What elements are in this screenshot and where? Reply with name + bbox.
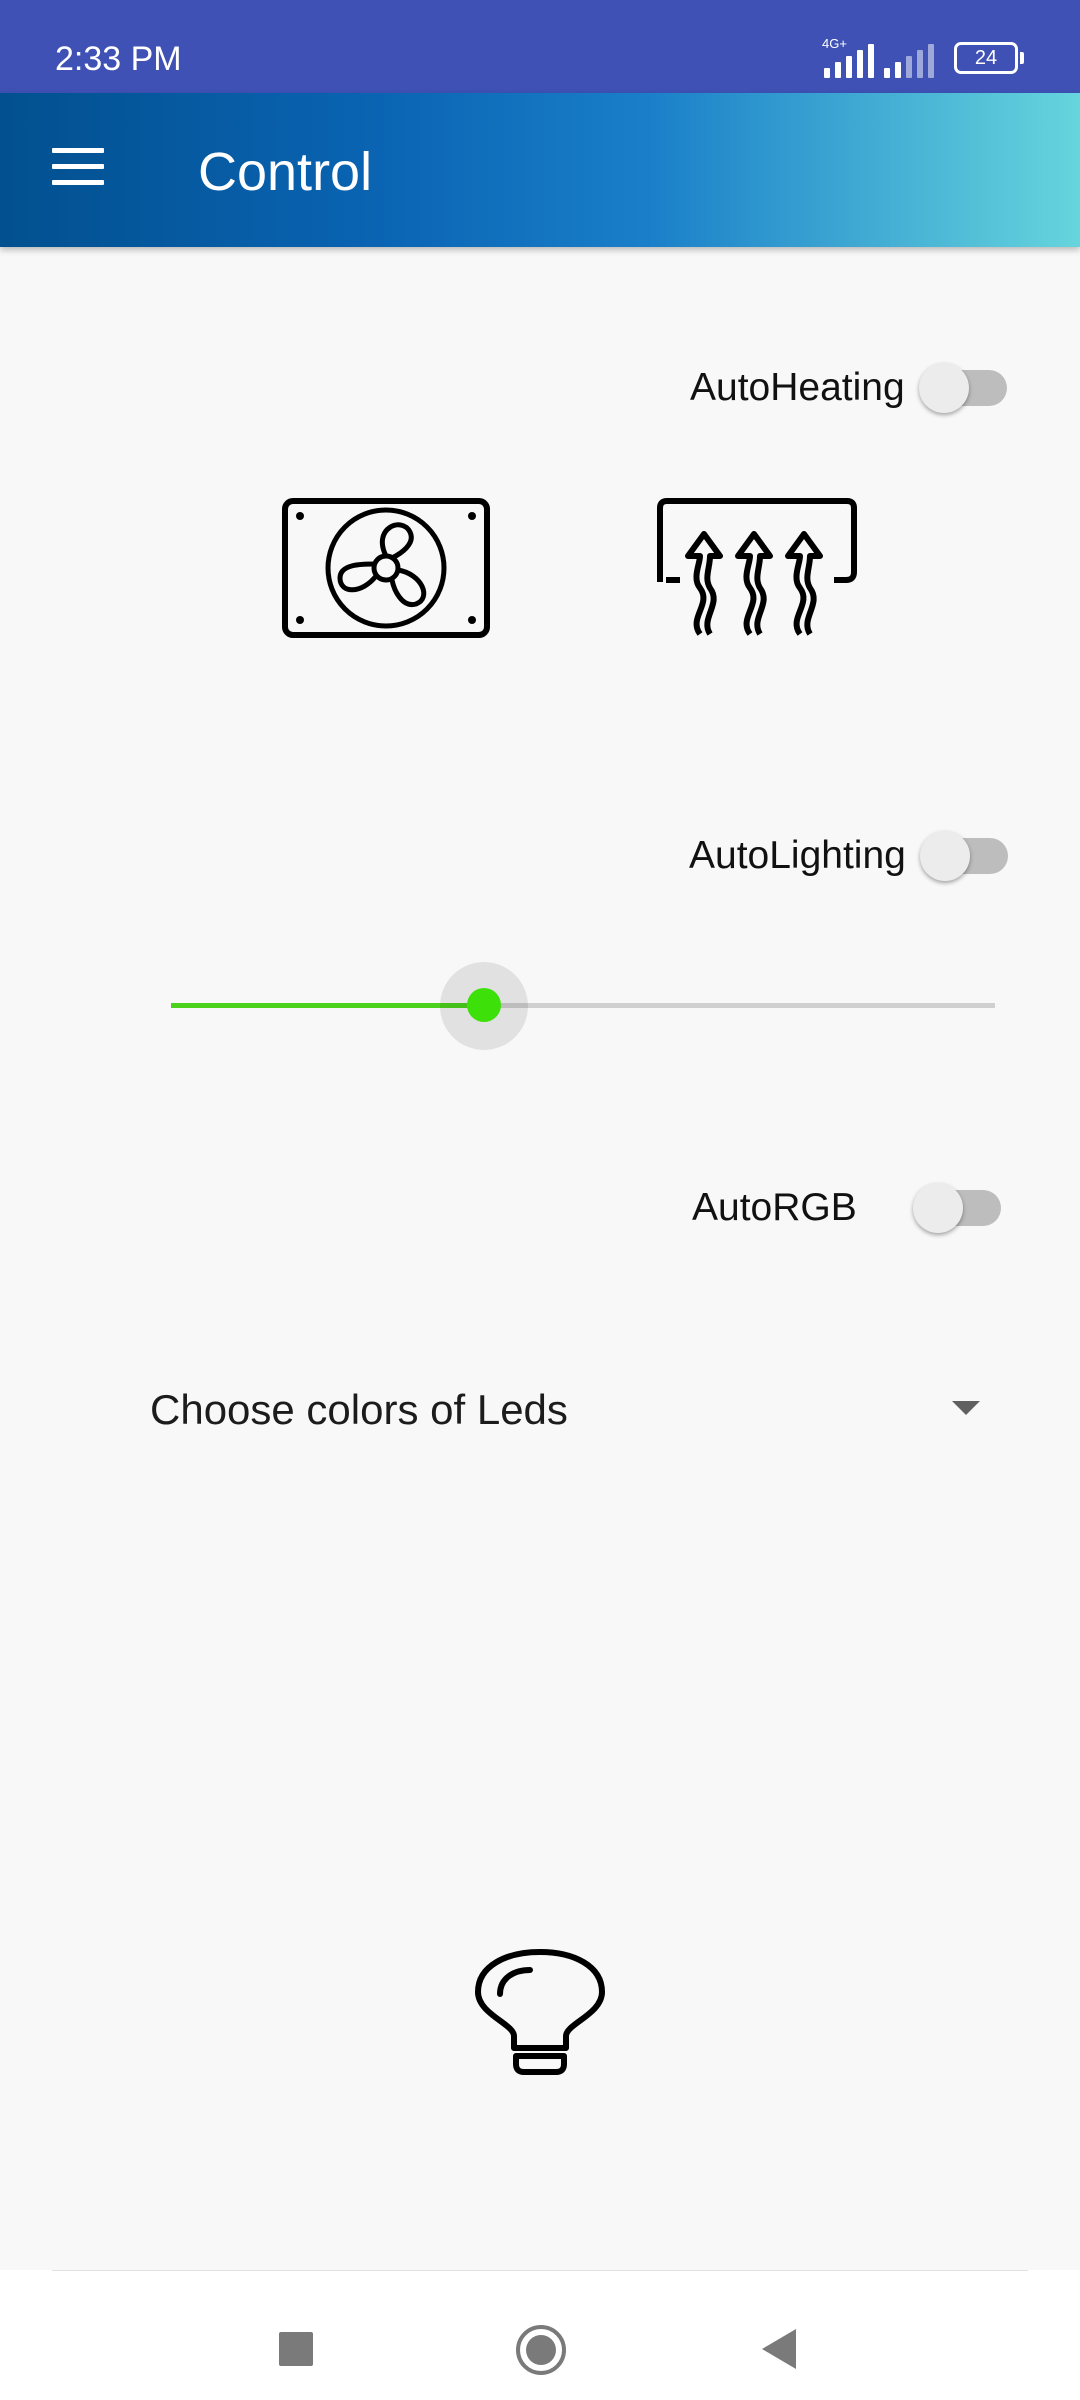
status-time: 2:33 PM (55, 40, 182, 78)
network-type: 4G+ (822, 36, 847, 51)
autorgb-row: AutoRGB (692, 1183, 1001, 1233)
autolighting-switch[interactable] (919, 831, 1008, 881)
navigation-bar (0, 2270, 1080, 2400)
autoheating-label: AutoHeating (690, 366, 905, 409)
switch-knob (919, 831, 970, 881)
slider-fill (171, 1003, 484, 1008)
divider (52, 2270, 1028, 2271)
app-bar: Control (0, 93, 1080, 247)
signal-icon (884, 42, 934, 78)
switch-knob (912, 1183, 963, 1233)
heater-icon[interactable] (652, 498, 862, 640)
signal-4g-icon: 4G+ (822, 36, 874, 78)
back-button[interactable] (762, 2329, 796, 2369)
led-color-selected: Choose colors of Leds (150, 1386, 568, 1433)
status-bar: 2:33 PM 4G+ 24 (0, 0, 1080, 93)
autoheating-switch[interactable] (918, 363, 1007, 413)
autorgb-switch[interactable] (912, 1183, 1001, 1233)
brightness-slider[interactable] (171, 962, 995, 1050)
autorgb-label: AutoRGB (692, 1186, 857, 1229)
led-color-dropdown[interactable]: Choose colors of Leds (150, 1375, 980, 1445)
light-bulb-icon[interactable] (474, 1948, 606, 2080)
autoheating-row: AutoHeating (690, 363, 1007, 413)
battery-level: 24 (974, 46, 998, 69)
status-icons: 4G+ 24 (822, 36, 1024, 78)
switch-knob (918, 363, 969, 413)
recents-button[interactable] (279, 2332, 313, 2366)
autolighting-label: AutoLighting (689, 834, 906, 877)
page-title: Control (198, 142, 373, 202)
battery-icon: 24 (954, 42, 1024, 74)
slider-thumb[interactable] (467, 988, 501, 1022)
fan-icon[interactable] (282, 498, 490, 638)
chevron-down-icon (952, 1401, 980, 1415)
home-button[interactable] (516, 2325, 566, 2375)
menu-icon[interactable] (52, 148, 104, 188)
autolighting-row: AutoLighting (689, 831, 1008, 881)
